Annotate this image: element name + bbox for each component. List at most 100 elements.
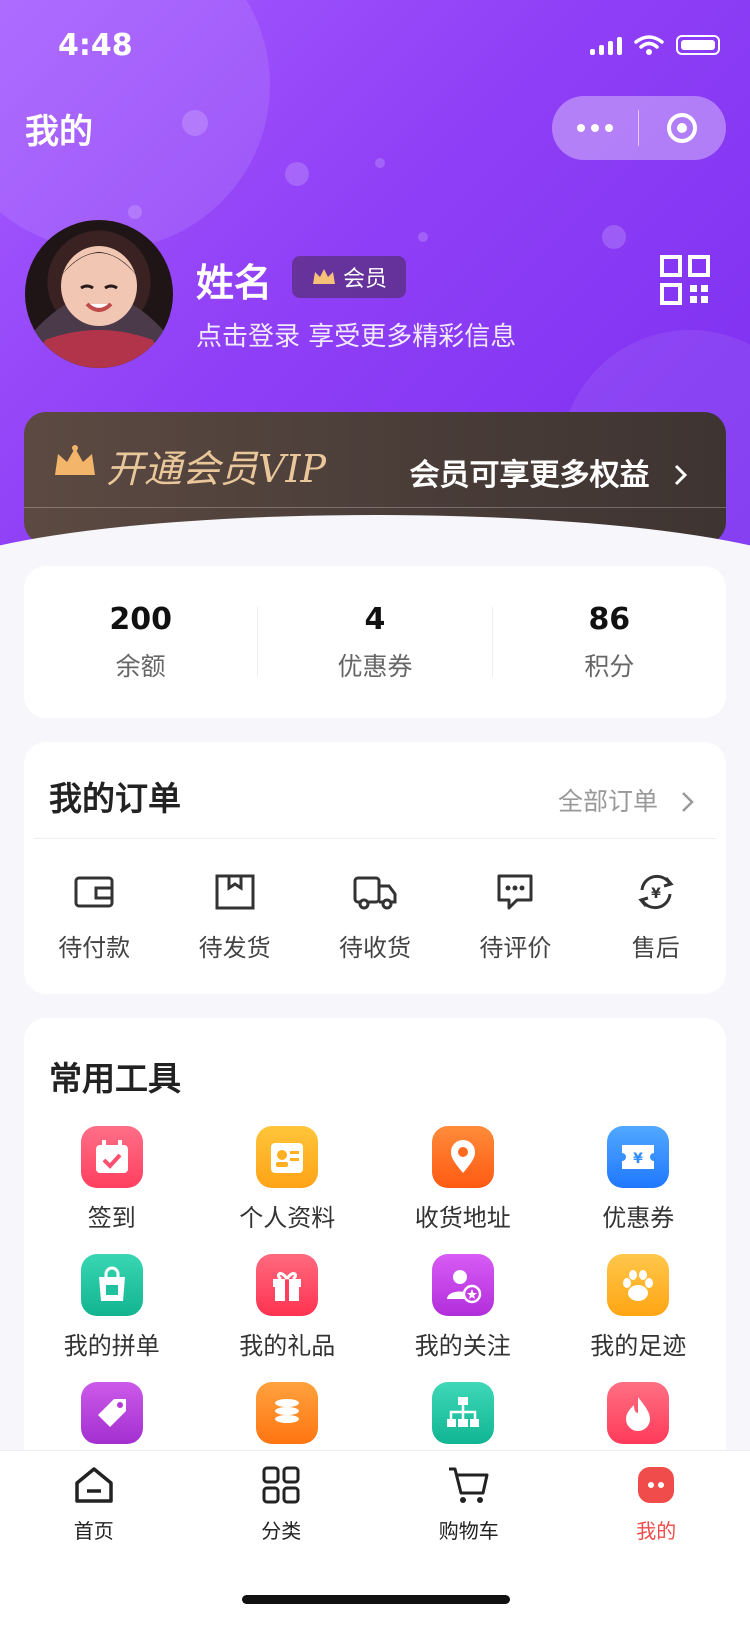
location-pin-icon [432,1126,494,1188]
member-badge-label: 会员 [343,261,387,293]
all-orders-link[interactable]: 全部订单 [558,782,696,818]
tag-icon [81,1382,143,1444]
coins-icon [256,1382,318,1444]
tool-label: 我的礼品 [200,1326,376,1356]
order-to-review[interactable]: 待评价 [455,870,575,963]
vip-benefits-link[interactable]: 会员可享更多权益 [410,450,690,494]
assets-card: 200 余额 4 优惠券 86 积分 [24,566,726,718]
tool-following[interactable]: 我的关注 [375,1254,551,1356]
stat-points[interactable]: 86 积分 [493,602,726,683]
miniapp-capsule [552,96,726,160]
status-bar: 4:48 [0,0,750,92]
chat-icon [493,870,537,914]
tool-gifts[interactable]: 我的礼品 [200,1254,376,1356]
target-icon [665,111,699,145]
tool-profile[interactable]: 个人资料 [200,1126,376,1228]
tab-home[interactable]: 首页 [0,1463,188,1544]
flame-icon [607,1382,669,1444]
qr-code-icon[interactable] [660,255,710,305]
cart-icon [447,1465,491,1505]
order-to-ship[interactable]: 待发货 [175,870,295,963]
wallet-icon [72,870,116,914]
stat-label: 优惠券 [258,647,491,683]
wifi-icon [634,34,664,56]
battery-icon [676,35,720,55]
tab-label: 分类 [188,1515,376,1544]
decor-dot [602,225,626,249]
truck-icon [353,870,397,914]
login-prompt[interactable]: 点击登录 享受更多精彩信息 [196,316,516,353]
order-label: 待发货 [175,928,295,963]
tab-mine[interactable]: 我的 [563,1463,750,1544]
avatar[interactable] [25,220,173,368]
svg-text:¥: ¥ [633,1151,643,1167]
tool-label: 我的足迹 [551,1326,727,1356]
order-after-sales[interactable]: ¥ 售后 [596,870,716,963]
vip-divider [24,507,726,508]
order-label: 售后 [596,928,716,963]
tab-label: 首页 [0,1515,188,1544]
stat-coupons[interactable]: 4 优惠券 [258,602,491,683]
tool-label: 个人资料 [200,1198,376,1228]
divider [34,838,716,839]
tab-label: 购物车 [375,1515,563,1544]
coupon-icon: ¥ [607,1126,669,1188]
orders-card: 我的订单 全部订单 待付款 待发货 [24,742,726,994]
order-label: 待收货 [315,928,435,963]
tool-address[interactable]: 收货地址 [375,1126,551,1228]
user-star-icon [432,1254,494,1316]
tool-label: 我的关注 [375,1326,551,1356]
order-label: 待付款 [34,928,154,963]
status-time: 4:48 [58,28,133,63]
stat-value: 4 [258,602,491,637]
decor-dot [375,158,385,168]
tool-label: 我的拼单 [24,1326,200,1356]
org-chart-icon [432,1382,494,1444]
close-miniapp-button[interactable] [639,111,725,145]
profile-icon [636,1465,676,1505]
decor-dot [128,205,142,219]
tool-label: 优惠券 [551,1198,727,1228]
orders-title: 我的订单 [49,772,181,820]
paw-icon [607,1254,669,1316]
tool-label: 签到 [24,1198,200,1228]
user-name: 姓名 [196,252,272,307]
tab-cart[interactable]: 购物车 [375,1463,563,1544]
home-indicator [242,1595,510,1604]
tools-title: 常用工具 [49,1052,181,1100]
tool-checkin[interactable]: 签到 [24,1126,200,1228]
decor-dot [285,162,309,186]
chevron-right-icon [678,790,696,814]
chevron-right-icon [670,463,690,487]
order-label: 待评价 [455,928,575,963]
order-pending-payment[interactable]: 待付款 [34,870,154,963]
all-orders-label: 全部订单 [558,787,658,816]
id-card-icon [256,1126,318,1188]
calendar-check-icon [81,1126,143,1188]
member-badge: 会员 [292,256,406,298]
tab-category[interactable]: 分类 [188,1463,376,1544]
vip-benefits-label: 会员可享更多权益 [410,458,650,493]
tab-label: 我的 [563,1515,750,1544]
stat-label: 积分 [493,647,726,683]
tool-footprints[interactable]: 我的足迹 [551,1254,727,1356]
more-button[interactable] [552,124,638,132]
stat-balance[interactable]: 200 余额 [24,602,257,683]
tool-group-buy[interactable]: 我的拼单 [24,1254,200,1356]
tools-card: 常用工具 签到 个人资料 收货地址 ¥ 优惠券 [24,1018,726,1498]
order-to-receive[interactable]: 待收货 [315,870,435,963]
stat-label: 余额 [24,647,257,683]
home-icon [73,1465,115,1505]
header-background: 4:48 我的 [0,0,750,560]
svg-text:¥: ¥ [651,886,661,902]
decor-dot [182,110,208,136]
stat-value: 86 [493,602,726,637]
decor-dot [418,232,428,242]
page-title: 我的 [25,104,93,153]
shopping-bag-icon [81,1254,143,1316]
avatar-image [25,220,173,368]
tool-coupon[interactable]: ¥ 优惠券 [551,1126,727,1228]
tool-label: 收货地址 [375,1198,551,1228]
vip-title: 开通会员VIP [106,438,326,493]
refund-icon: ¥ [634,870,678,914]
